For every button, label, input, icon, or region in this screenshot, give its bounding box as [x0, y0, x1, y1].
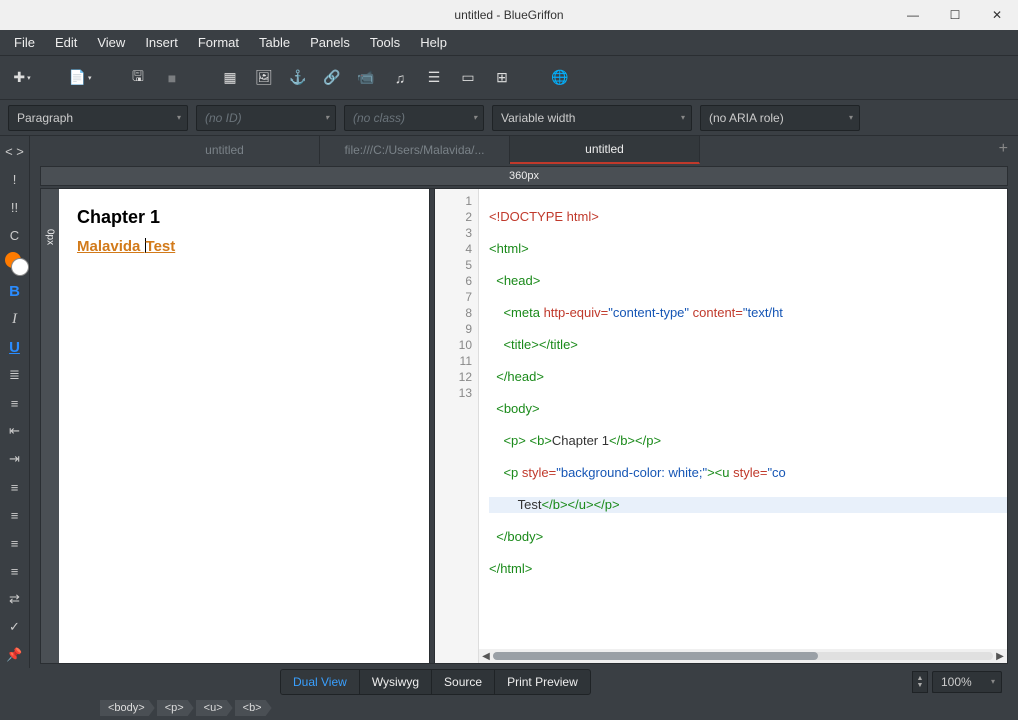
code-area[interactable]: <!DOCTYPE html> <html> <head> <meta http… — [479, 189, 1007, 663]
italic-button[interactable]: I — [3, 308, 27, 330]
hr-icon[interactable]: ▭ — [454, 64, 482, 92]
crumb-b[interactable]: <b> — [235, 700, 272, 716]
c-icon[interactable]: C — [3, 224, 27, 246]
window-titlebar: untitled - BlueGriffon — ☐ ✕ — [0, 0, 1018, 30]
tab-untitled-1[interactable]: untitled — [130, 136, 320, 164]
breadcrumb-bar: <body> <p> <u> <b> — [0, 696, 1018, 720]
vertical-ruler[interactable]: 0px — [41, 189, 59, 663]
main-toolbar: ✚▾ 📄▾ 🖫 ■ ▦ 🖼 ⚓ 🔗 📹 ♫ ☰ ▭ ⊞ 🌐 — [0, 56, 1018, 100]
menu-view[interactable]: View — [87, 31, 135, 54]
menu-file[interactable]: File — [4, 31, 45, 54]
bold-button[interactable]: B — [3, 280, 27, 302]
document-tabs: untitled file:///C:/Users/Malavida/... u… — [30, 136, 1018, 164]
aria-select[interactable]: (no ARIA role)▾ — [700, 105, 860, 131]
maximize-button[interactable]: ☐ — [934, 0, 976, 30]
format-bar: Paragraph▾ (no ID)▾ (no class)▾ Variable… — [0, 100, 1018, 136]
status-area: Dual View Wysiwyg Source Print Preview ▲… — [0, 668, 1018, 720]
open-file-button[interactable]: 📄▾ — [66, 64, 94, 92]
id-select[interactable]: (no ID)▾ — [196, 105, 336, 131]
anchor-icon[interactable]: ⚓ — [284, 64, 312, 92]
markup-icon[interactable]: < > — [3, 140, 27, 162]
browse-icon[interactable]: 🌐 — [546, 64, 574, 92]
source-view-button[interactable]: Source — [432, 670, 495, 694]
close-button[interactable]: ✕ — [976, 0, 1018, 30]
font-select[interactable]: Variable width▾ — [492, 105, 692, 131]
menu-tools[interactable]: Tools — [360, 31, 410, 54]
menu-edit[interactable]: Edit — [45, 31, 87, 54]
audio-icon[interactable]: ♫ — [386, 64, 414, 92]
line-gutter: 12345678910111213 — [435, 189, 479, 663]
scroll-right-icon[interactable]: ▶ — [993, 651, 1007, 662]
indent-icon[interactable]: ⇥ — [3, 448, 27, 470]
menu-format[interactable]: Format — [188, 31, 249, 54]
window-controls: — ☐ ✕ — [892, 0, 1018, 30]
wysiwyg-link-text[interactable]: Malavida Test — [77, 238, 175, 255]
window-title: untitled - BlueGriffon — [454, 8, 563, 22]
wysiwyg-pane[interactable]: Chapter 1 Malavida Test — [59, 189, 429, 663]
direction-icon[interactable]: ⇄ — [3, 588, 27, 610]
form-icon[interactable]: ☰ — [420, 64, 448, 92]
align-justify-icon[interactable]: ≡ — [3, 560, 27, 582]
align-right-icon[interactable]: ≡ — [3, 532, 27, 554]
save-button[interactable]: 🖫 — [124, 64, 152, 92]
add-tab-button[interactable]: + — [999, 140, 1008, 158]
workspace: untitled file:///C:/Users/Malavida/... u… — [30, 136, 1018, 668]
menu-table[interactable]: Table — [249, 31, 300, 54]
spellcheck-icon[interactable]: ✓ — [3, 616, 27, 638]
new-doc-button[interactable]: ✚▾ — [8, 64, 36, 92]
image-icon[interactable]: 🖼 — [250, 64, 278, 92]
horizontal-ruler[interactable]: 360px — [40, 166, 1008, 186]
warn2-icon[interactable]: !! — [3, 196, 27, 218]
scroll-thumb[interactable] — [493, 652, 818, 660]
list-ul-icon[interactable]: ≣ — [3, 364, 27, 386]
wysiwyg-view-button[interactable]: Wysiwyg — [360, 670, 432, 694]
tab-untitled-2[interactable]: untitled — [510, 136, 700, 164]
underline-button[interactable]: U — [3, 336, 27, 358]
menu-panels[interactable]: Panels — [300, 31, 360, 54]
minimize-button[interactable]: — — [892, 0, 934, 30]
save-disabled-button: ■ — [158, 64, 186, 92]
crumb-p[interactable]: <p> — [157, 700, 194, 716]
outdent-icon[interactable]: ⇤ — [3, 420, 27, 442]
warn1-icon[interactable]: ! — [3, 168, 27, 190]
align-center-icon[interactable]: ≡ — [3, 504, 27, 526]
char-icon[interactable]: ⊞ — [488, 64, 516, 92]
crumb-body[interactable]: <body> — [100, 700, 155, 716]
element-select[interactable]: Paragraph▾ — [8, 105, 188, 131]
menu-insert[interactable]: Insert — [135, 31, 188, 54]
source-pane[interactable]: 12345678910111213 <!DOCTYPE html> <html>… — [435, 189, 1007, 663]
link-icon[interactable]: 🔗 — [318, 64, 346, 92]
horizontal-scrollbar[interactable]: ◀ ▶ — [479, 649, 1007, 663]
zoom-stepper[interactable]: ▲▼ — [912, 671, 928, 693]
menu-help[interactable]: Help — [410, 31, 457, 54]
split-editor: 0px Chapter 1 Malavida Test 123456789101… — [40, 188, 1008, 664]
tab-file-path[interactable]: file:///C:/Users/Malavida/... — [320, 136, 510, 164]
align-left-icon[interactable]: ≡ — [3, 476, 27, 498]
left-toolbar: < > ! !! C B I U ≣ ≡ ⇤ ⇥ ≡ ≡ ≡ ≡ ⇄ ✓ 📌 — [0, 136, 30, 668]
table-icon[interactable]: ▦ — [216, 64, 244, 92]
scroll-left-icon[interactable]: ◀ — [479, 651, 493, 662]
menu-bar: File Edit View Insert Format Table Panel… — [0, 30, 1018, 56]
video-icon[interactable]: 📹 — [352, 64, 380, 92]
view-mode-bar: Dual View Wysiwyg Source Print Preview ▲… — [0, 668, 1018, 696]
pin-icon[interactable]: 📌 — [3, 644, 27, 666]
list-ol-icon[interactable]: ≡ — [3, 392, 27, 414]
zoom-select[interactable]: 100%▾ — [932, 671, 1002, 693]
dual-view-button[interactable]: Dual View — [281, 670, 360, 694]
class-select[interactable]: (no class)▾ — [344, 105, 484, 131]
wysiwyg-heading[interactable]: Chapter 1 — [77, 207, 411, 228]
crumb-u[interactable]: <u> — [196, 700, 233, 716]
print-preview-button[interactable]: Print Preview — [495, 670, 590, 694]
color-picker-icon[interactable] — [3, 252, 27, 274]
